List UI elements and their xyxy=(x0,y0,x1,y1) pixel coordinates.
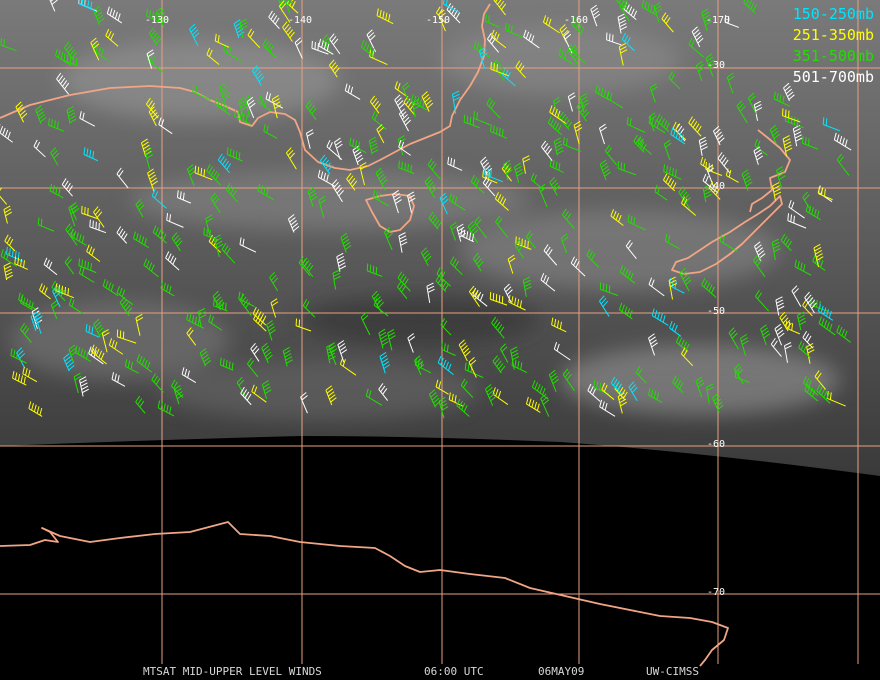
barb-feather xyxy=(515,236,517,244)
barb-feather xyxy=(372,265,375,274)
lat-label-50: -50 xyxy=(707,306,726,317)
legend-item-501-700: 501-700mb xyxy=(792,68,874,86)
barb-feather xyxy=(66,54,69,62)
barb-feather xyxy=(410,165,412,173)
barb-feather xyxy=(366,263,369,271)
barb-feather xyxy=(67,288,70,296)
barb-feather xyxy=(369,264,372,272)
barb-feather xyxy=(197,166,200,175)
barb-feather xyxy=(219,300,221,309)
barb-feather xyxy=(222,301,224,310)
barb-feather xyxy=(51,119,53,127)
barb-feather xyxy=(705,162,707,170)
satellite-wind-map: 150-250mb 251-350mb 351-500mb 501-700mb … xyxy=(0,0,880,680)
barb-feather xyxy=(375,266,378,275)
barb-feather xyxy=(524,239,526,248)
barb-feather xyxy=(804,137,807,145)
lon-label-140: -140 xyxy=(288,15,313,26)
lon-label-130: -130 xyxy=(145,15,170,26)
barb-feather xyxy=(98,222,100,231)
barb-feather xyxy=(476,112,478,120)
lat-label-30: -30 xyxy=(707,60,726,71)
footer-product: MTSAT MID-UPPER LEVEL WINDS xyxy=(143,665,322,678)
barb-feather xyxy=(63,53,66,61)
barb-feather xyxy=(200,167,203,176)
barb-feather xyxy=(796,118,799,126)
barb-feather xyxy=(92,220,94,228)
lon-label-160: -160 xyxy=(564,15,589,26)
barb-feather xyxy=(194,165,197,173)
lat-label-70: -70 xyxy=(707,587,726,598)
barb-feather xyxy=(69,55,72,63)
barb-feather xyxy=(58,284,61,292)
barb-feather xyxy=(493,63,495,71)
barb-feather xyxy=(822,117,825,125)
barb-feather xyxy=(807,138,810,146)
footer-caption: MTSAT MID-UPPER LEVEL WINDS 06:00 UTC 06… xyxy=(0,664,880,680)
barb-feather xyxy=(802,135,804,144)
barb-feather xyxy=(95,221,97,230)
barb-feather xyxy=(790,116,793,124)
lon-label-150: -150 xyxy=(426,15,451,26)
pressure-legend: 150-250mb 251-350mb 351-500mb 501-700mb xyxy=(793,4,874,88)
barb-feather xyxy=(404,162,406,171)
legend-item-251-350: 251-350mb xyxy=(792,26,874,44)
barb-feather xyxy=(216,299,218,307)
footer-time: 06:00 UTC xyxy=(424,665,484,678)
barb-feather xyxy=(527,240,529,249)
barb-feather xyxy=(48,117,50,126)
barb-feather xyxy=(75,57,78,66)
barb-feather xyxy=(203,169,206,177)
barb-feather xyxy=(398,160,400,168)
legend-item-351-500: 351-500mb xyxy=(792,47,874,65)
barb-feather xyxy=(521,238,523,246)
barb-feather xyxy=(473,111,475,119)
barb-feather xyxy=(61,285,64,294)
barb-feather xyxy=(57,121,59,129)
barb-feather xyxy=(825,118,828,126)
footer-date: 06MAY09 xyxy=(538,665,585,678)
barb-feather xyxy=(496,64,498,72)
barb-feather xyxy=(793,117,796,125)
barb-feather xyxy=(407,163,409,172)
map-canvas xyxy=(0,0,880,667)
barb-feather xyxy=(72,56,75,65)
barb-feather xyxy=(64,286,67,295)
legend-item-150-250: 150-250mb xyxy=(792,5,874,23)
barb-feather xyxy=(401,161,403,169)
barb-feather xyxy=(213,298,215,306)
barb-feather xyxy=(225,303,227,311)
barb-feather xyxy=(89,219,91,227)
lat-label-40: -40 xyxy=(707,181,726,192)
barb-feather xyxy=(490,61,492,70)
footer-source: UW-CIMSS xyxy=(646,665,699,678)
barb-feather xyxy=(54,120,56,128)
lon-label-170: -170 xyxy=(706,15,731,26)
lat-label-60: -60 xyxy=(707,439,726,450)
